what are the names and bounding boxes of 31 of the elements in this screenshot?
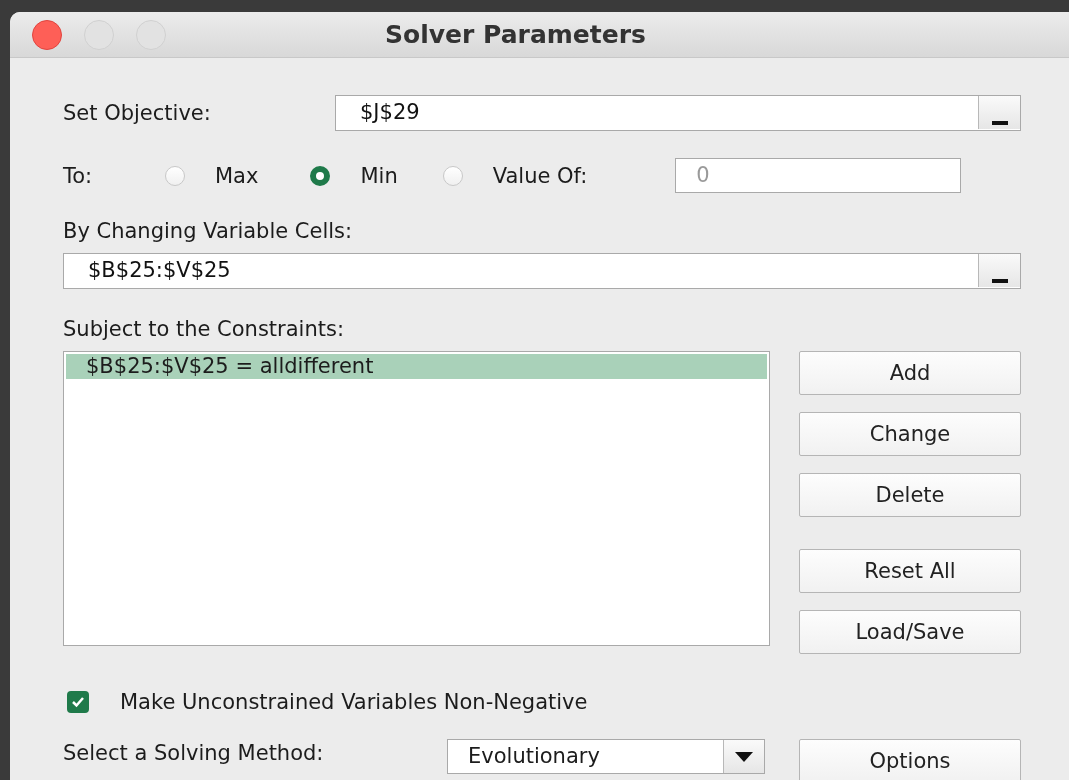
button[interactable]: Load/Save xyxy=(799,610,1021,654)
reference-field[interactable]: $B$25:$V$25 xyxy=(63,253,1021,289)
collapse-dialog-button[interactable] xyxy=(978,254,1020,287)
field-label: To: xyxy=(63,163,94,188)
caret-icon xyxy=(735,751,753,762)
button[interactable]: Reset All xyxy=(799,549,1021,593)
radio-label: Value Of: xyxy=(492,163,588,188)
reference-field[interactable]: $J$29 xyxy=(335,95,1021,131)
window-title: Solver Parameters xyxy=(385,20,646,49)
checkbox-label: Make Unconstrained Variables Non-Negative xyxy=(120,690,588,714)
field-label: Set Objective: xyxy=(63,101,212,125)
field-label: By Changing Variable Cells: xyxy=(63,219,354,243)
underscore-icon xyxy=(991,121,1008,125)
close-button[interactable] xyxy=(32,19,62,50)
field-label: Select a Solving Method: xyxy=(63,741,325,765)
constraint-item[interactable]: $B$25:$V$25 = alldifferent xyxy=(66,354,767,379)
button[interactable]: Change xyxy=(799,412,1021,456)
button[interactable]: Options xyxy=(799,739,1021,780)
radio-label: Max xyxy=(215,163,259,188)
radio-button[interactable] xyxy=(442,165,463,186)
field-label: Subject to the Constraints: xyxy=(63,317,345,341)
radio-button[interactable] xyxy=(310,165,331,186)
check-icon xyxy=(71,696,85,708)
checkbox[interactable] xyxy=(67,691,89,713)
radio-button[interactable] xyxy=(165,165,185,186)
collapse-dialog-button[interactable] xyxy=(978,96,1020,129)
underscore-icon xyxy=(991,279,1008,283)
button[interactable]: Delete xyxy=(799,473,1021,517)
button[interactable]: Add xyxy=(799,351,1021,395)
radio-label: Min xyxy=(360,163,398,188)
method-dropdown[interactable]: Evolutionary xyxy=(447,739,765,774)
